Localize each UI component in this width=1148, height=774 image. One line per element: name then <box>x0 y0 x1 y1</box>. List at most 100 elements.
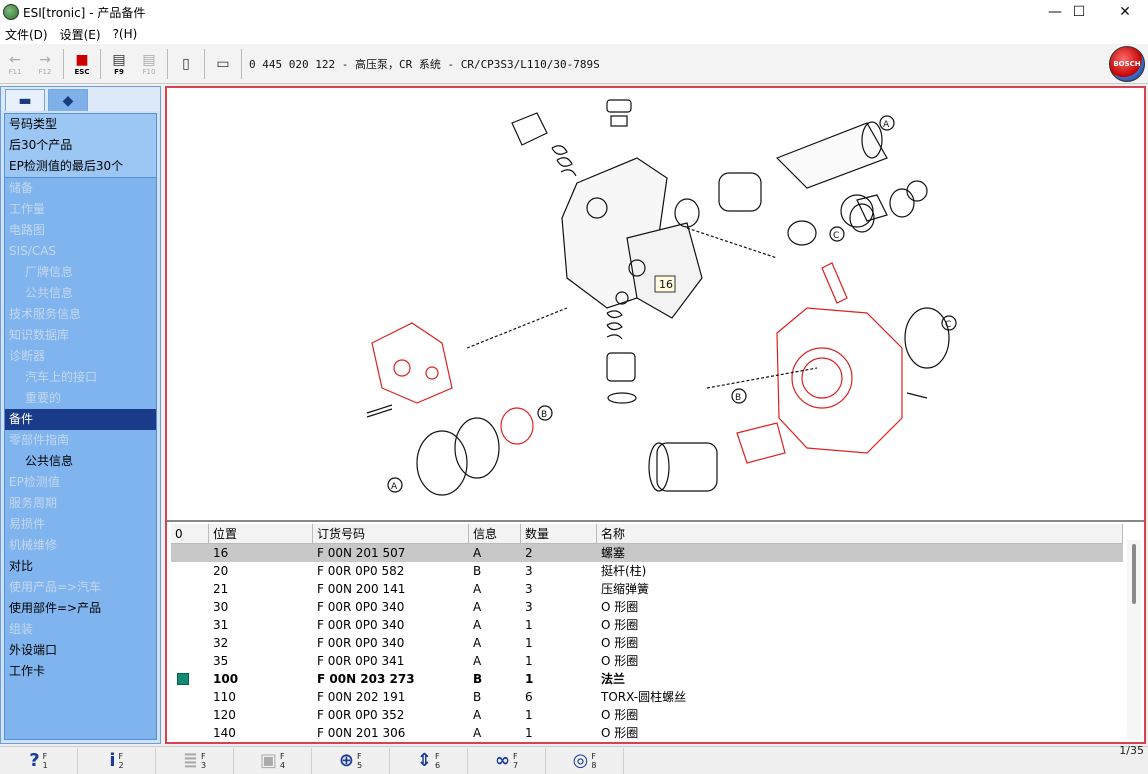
col-header-info[interactable]: 信息 <box>469 524 521 543</box>
esc-button[interactable]: ■ ESC <box>67 47 97 81</box>
scrollbar-thumb[interactable] <box>1132 544 1136 604</box>
table-row[interactable]: 20 F 00R 0P0 582 B 3 挺杆(柱) <box>171 562 1123 580</box>
info-cell: B <box>473 690 482 704</box>
function-key-button-f2[interactable]: iF2 <box>78 747 156 774</box>
sidebar-item-last-30-products[interactable]: 后30个产品 <box>5 135 156 156</box>
sidebar-item[interactable]: 知识数据库 <box>5 325 156 346</box>
catalog-button[interactable]: ▤ F9 <box>104 47 134 81</box>
function-key-button-f3[interactable]: ≣ F 3 <box>156 747 234 774</box>
sidebar-item[interactable]: 重要的 <box>5 388 156 409</box>
table-scrollbar[interactable] <box>1127 540 1141 740</box>
table-row[interactable]: 32 F 00R 0P0 340 A 1 O 形圈 <box>171 634 1123 652</box>
back-button[interactable]: ← F11 <box>0 47 30 81</box>
esc-key-label: ESC <box>74 67 90 76</box>
table-row[interactable]: 16 F 00N 201 507 A 2 螺塞 <box>171 544 1123 562</box>
tab-product[interactable]: ◆ <box>48 89 88 111</box>
sidebar-item[interactable]: 使用产品=>汽车 <box>5 577 156 598</box>
function-key-number: 4 <box>279 760 286 770</box>
function-key-number: 1 <box>42 760 48 770</box>
col-header-name[interactable]: 名称 <box>597 524 1123 543</box>
sidebar-item[interactable]: 服务周期 <box>5 493 156 514</box>
row-mark-cell <box>171 688 209 706</box>
sidebar-item[interactable]: 公共信息 <box>5 283 156 304</box>
target-icon: ◎ <box>572 750 589 771</box>
sidebar-item[interactable]: 组装 <box>5 619 156 640</box>
name-cell: O 形圈 <box>601 726 639 740</box>
sidebar-item[interactable]: 储备 <box>5 178 156 199</box>
position-cell: 32 <box>213 636 229 650</box>
col-header-quantity[interactable]: 数量 <box>521 524 597 543</box>
function-key-label: F1 <box>43 752 48 770</box>
function-key-button-f7[interactable]: ∞ F 7 <box>468 747 546 774</box>
sidebar-item[interactable]: 电路图 <box>5 220 156 241</box>
row-mark-cell <box>171 634 209 652</box>
sidebar-item[interactable]: 机械维修 <box>5 535 156 556</box>
sidebar-item[interactable]: 易损件 <box>5 514 156 535</box>
table-row[interactable]: 30 F 00R 0P0 340 A 3 O 形圈 <box>171 598 1123 616</box>
col-header-position[interactable]: 位置 <box>209 524 313 543</box>
split-icon: ⇕ <box>416 750 432 771</box>
name-cell: 法兰 <box>601 672 626 686</box>
sidebar-item[interactable]: 厂牌信息 <box>5 262 156 283</box>
table-row[interactable]: 140 F 00N 201 306 A 1 O 形圈 <box>171 724 1123 740</box>
menu-file[interactable]: 文件(D) <box>0 26 55 43</box>
table-row[interactable]: 120 F 00R 0P0 352 A 1 O 形圈 <box>171 706 1123 724</box>
table-row[interactable]: 100 F 00N 203 273 B 1 法兰 <box>171 670 1123 688</box>
sidebar-item-number-type[interactable]: 号码类型 <box>5 114 156 135</box>
quantity-cell: 1 <box>525 726 533 740</box>
sidebar-item[interactable]: 对比 <box>5 556 156 577</box>
quantity-cell: 3 <box>525 600 533 614</box>
table-header: 0 位置 订货号码 信息 数量 名称 <box>171 524 1123 544</box>
row-mark-cell <box>171 670 209 688</box>
function-key-button-f8[interactable]: ◎ F 8 <box>546 747 624 774</box>
sidebar-item[interactable]: SIS/CAS <box>5 241 156 262</box>
col-header-order-number[interactable]: 订货号码 <box>313 524 469 543</box>
exploded-diagram[interactable]: A C C B A B 16 <box>167 88 1144 522</box>
print-button[interactable]: ▭ <box>208 47 238 81</box>
table-row[interactable]: 110 F 00N 202 191 B 6 TORX-圆柱螺丝 <box>171 688 1123 706</box>
order-number-cell: F 00R 0P0 582 <box>317 564 405 578</box>
function-key-label: F2 <box>119 752 124 770</box>
sidebar-item[interactable]: 工作卡 <box>5 661 156 682</box>
sidebar-item[interactable]: 诊断器 <box>5 346 156 367</box>
sidebar-item[interactable]: 汽车上的接口 <box>5 367 156 388</box>
quantity-cell: 2 <box>525 546 533 560</box>
info-cell: A <box>473 636 482 650</box>
sidebar-item[interactable]: 技术服务信息 <box>5 304 156 325</box>
sidebar-item[interactable]: 外设端口 <box>5 640 156 661</box>
sidebar-item[interactable]: 工作量 <box>5 199 156 220</box>
title-bar: ESI[tronic] - 产品备件 — ☐ ✕ <box>0 0 1148 24</box>
function-key-button-f5[interactable]: ⊕ F 5 <box>312 747 390 774</box>
catalog-forward-button[interactable]: ▤ F10 <box>134 47 164 81</box>
tab-vehicle[interactable]: ▬ <box>5 89 45 111</box>
sidebar-item[interactable]: 零部件指南 <box>5 430 156 451</box>
sidebar-item[interactable]: 备件 <box>5 409 156 430</box>
parts-table: 0 位置 订货号码 信息 数量 名称 16 F 00N 201 507 A 2 螺塞 20… <box>171 524 1123 740</box>
forward-button[interactable]: → F12 <box>30 47 60 81</box>
sidebar-item-last-30-ep[interactable]: EP检测值的最后30个 <box>5 156 156 177</box>
function-key-label: F3 <box>201 752 206 770</box>
menu-bar: 文件(D) 设置(E) ?(H) <box>0 24 1148 44</box>
function-key-number: 5 <box>357 760 363 770</box>
function-key-letter: F <box>279 751 285 761</box>
close-button[interactable]: ✕ <box>1102 0 1148 24</box>
function-key-button-f4[interactable]: ▣ F 4 <box>234 747 312 774</box>
engine-icon: ◆ <box>62 92 74 109</box>
document-button[interactable]: ▯ <box>171 47 201 81</box>
col-header-mark[interactable]: 0 <box>171 524 209 543</box>
sidebar-item[interactable]: 使用部件=>产品 <box>5 598 156 619</box>
name-cell: O 形圈 <box>601 600 639 614</box>
order-number-cell: F 00N 202 191 <box>317 690 406 704</box>
order-number-cell: F 00R 0P0 340 <box>317 600 405 614</box>
sidebar-item[interactable]: 公共信息 <box>5 451 156 472</box>
table-row[interactable]: 21 F 00N 200 141 A 3 压缩弹簧 <box>171 580 1123 598</box>
menu-settings[interactable]: 设置(E) <box>55 26 108 43</box>
function-key-button-f1[interactable]: ? F 1 <box>0 747 78 774</box>
menu-help[interactable]: ?(H) <box>108 27 145 41</box>
maximize-button[interactable]: ☐ <box>1056 0 1102 24</box>
function-key-letter: F <box>357 751 362 761</box>
function-key-button-f6[interactable]: ⇕ F 6 <box>390 747 468 774</box>
table-row[interactable]: 35 F 00R 0P0 341 A 1 O 形圈 <box>171 652 1123 670</box>
sidebar-item[interactable]: EP检测值 <box>5 472 156 493</box>
table-row[interactable]: 31 F 00R 0P0 340 A 1 O 形圈 <box>171 616 1123 634</box>
